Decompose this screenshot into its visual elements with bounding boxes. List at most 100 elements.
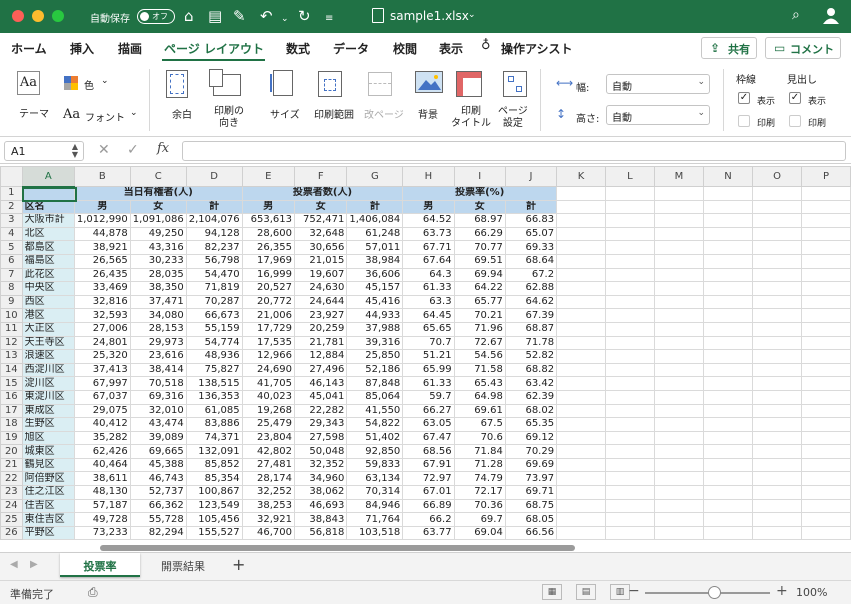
value-cell[interactable]: 41,705 [241,376,296,391]
value-cell[interactable]: 71,764 [346,512,404,527]
size-label[interactable]: サイズ [270,106,300,121]
value-cell[interactable]: 105,456 [185,512,243,527]
header-cell[interactable]: 男 [402,199,455,215]
cell[interactable] [702,512,753,527]
cell[interactable] [751,362,803,378]
value-cell[interactable]: 65.43 [453,376,506,391]
close-window-button[interactable] [12,10,24,22]
zoom-out-icon[interactable]: − [628,583,640,599]
width-select[interactable]: 自動 ⌄ [606,74,710,94]
cell[interactable] [653,186,704,201]
district-cell[interactable]: 住吉区 [21,498,75,514]
cell[interactable] [653,403,704,419]
cancel-entry-icon[interactable]: ✕ [98,142,110,158]
column-header[interactable]: F [293,166,348,187]
value-cell[interactable]: 28,174 [241,471,296,487]
value-cell[interactable]: 103,518 [346,525,404,541]
page-setup-label[interactable]: ページ 設定 [498,106,528,130]
value-cell[interactable]: 68.75 [504,498,558,514]
cell[interactable] [702,430,753,446]
margins-label[interactable]: 余白 [172,106,192,121]
cell[interactable] [751,294,803,310]
value-cell[interactable]: 70.77 [453,240,506,255]
district-cell[interactable]: 旭区 [21,430,75,446]
value-cell[interactable]: 25,850 [346,349,404,364]
page-break-view-icon[interactable]: ▥ [610,584,630,600]
value-cell[interactable]: 67.39 [504,308,558,323]
cell[interactable] [702,321,753,337]
district-cell[interactable]: 西淀川区 [21,362,75,378]
cell[interactable] [653,430,704,446]
value-cell[interactable]: 29,973 [129,335,187,351]
value-cell[interactable]: 57,187 [73,498,131,514]
district-cell[interactable]: 天王寺区 [21,335,75,351]
cell[interactable] [653,376,704,391]
cell[interactable] [605,321,655,337]
value-cell[interactable]: 64.98 [453,389,506,405]
row-header[interactable]: 10 [0,308,23,323]
value-cell[interactable]: 23,804 [241,430,296,446]
value-cell[interactable]: 62.88 [504,281,558,296]
horizontal-scrollbar[interactable] [100,545,575,551]
cell[interactable] [801,186,851,201]
column-header[interactable]: N [702,166,753,187]
value-cell[interactable]: 69.04 [453,525,506,541]
column-header[interactable]: G [346,166,404,187]
tab-draw[interactable]: 描画 [118,40,142,57]
cell[interactable] [605,485,655,500]
value-cell[interactable]: 67.71 [402,240,455,255]
value-cell[interactable]: 55,728 [129,512,187,527]
column-header[interactable]: O [751,166,803,187]
value-cell[interactable]: 37,471 [129,294,187,310]
print-area-icon[interactable] [318,71,342,97]
row-header[interactable]: 12 [0,335,23,351]
value-cell[interactable]: 49,250 [129,226,187,242]
value-cell[interactable]: 38,921 [73,240,131,255]
value-cell[interactable]: 70.7 [402,335,455,351]
cell[interactable] [653,226,704,242]
value-cell[interactable]: 1,406,084 [346,213,404,228]
district-cell[interactable]: 港区 [21,308,75,323]
value-cell[interactable]: 94,128 [185,226,243,242]
cell[interactable] [556,457,607,473]
cell[interactable] [751,186,803,201]
cell[interactable] [556,512,607,527]
value-cell[interactable]: 39,089 [129,430,187,446]
value-cell[interactable]: 38,350 [129,281,187,296]
cell[interactable] [605,267,655,283]
value-cell[interactable]: 92,850 [346,444,404,459]
value-cell[interactable]: 68.05 [504,512,558,527]
undo-icon[interactable]: ↶ [260,6,273,26]
district-cell[interactable]: 東成区 [21,403,75,419]
district-cell[interactable]: 浪速区 [21,349,75,364]
header-cell[interactable]: 男 [73,199,131,215]
tab-review[interactable]: 校閲 [393,40,417,57]
value-cell[interactable]: 35,282 [73,430,131,446]
value-cell[interactable]: 25,320 [73,349,131,364]
value-cell[interactable]: 44,933 [346,308,404,323]
header-cell[interactable]: 女 [453,199,506,215]
cell[interactable] [21,186,75,201]
value-cell[interactable]: 27,598 [293,430,348,446]
value-cell[interactable]: 83,886 [185,417,243,432]
cell[interactable] [801,389,851,405]
value-cell[interactable]: 69.71 [504,485,558,500]
value-cell[interactable]: 70.36 [453,498,506,514]
value-cell[interactable]: 61,085 [185,403,243,419]
cell[interactable] [801,308,851,323]
value-cell[interactable]: 40,412 [73,417,131,432]
row-header[interactable]: 18 [0,417,23,432]
value-cell[interactable]: 26,565 [73,253,131,269]
colors-chevron-icon[interactable]: ⌄ [101,76,109,86]
value-cell[interactable]: 24,690 [241,362,296,378]
value-cell[interactable]: 64.52 [402,213,455,228]
header-cell[interactable]: 男 [241,199,296,215]
cell[interactable] [751,253,803,269]
value-cell[interactable]: 65.77 [453,294,506,310]
row-header[interactable]: 5 [0,240,23,255]
district-cell[interactable]: 阿倍野区 [21,471,75,487]
header-cell[interactable]: 女 [129,199,187,215]
value-cell[interactable]: 64.22 [453,281,506,296]
value-cell[interactable]: 64.62 [504,294,558,310]
undo-dropdown-icon[interactable]: ⌄ [281,9,289,29]
